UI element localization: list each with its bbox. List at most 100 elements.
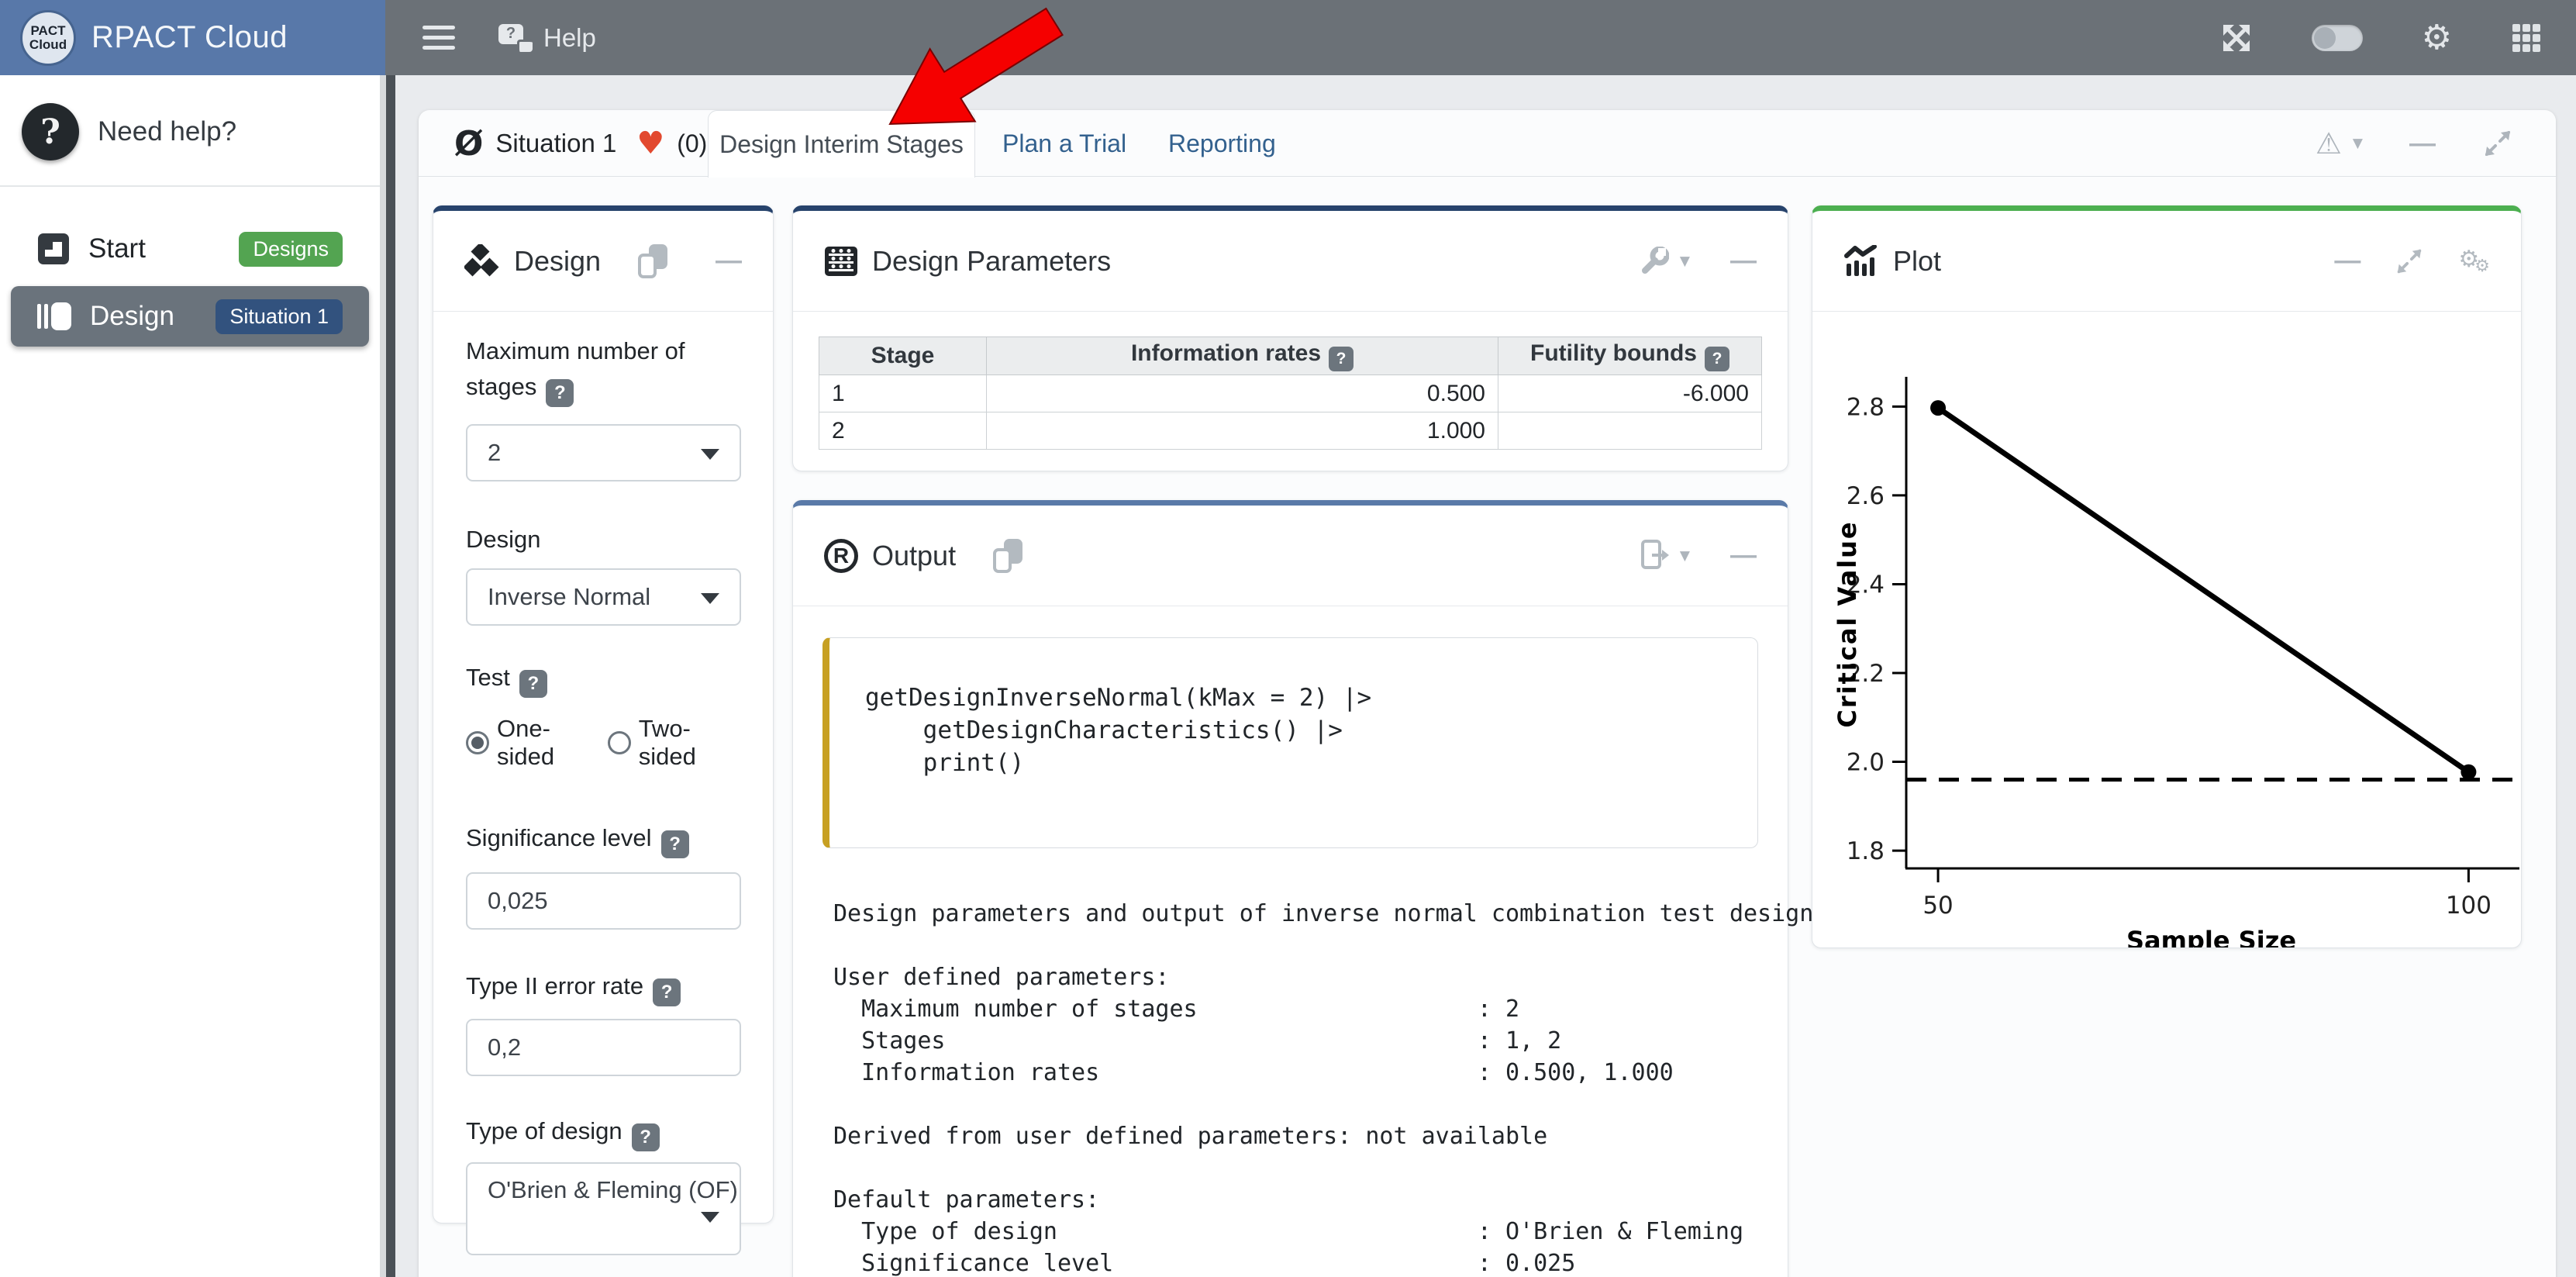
menu-icon[interactable] xyxy=(422,26,455,50)
type-of-design-select[interactable]: O'Brien & Fleming (OF) xyxy=(466,1162,741,1255)
minimize-card-button[interactable]: — xyxy=(2409,129,2436,159)
rpact-logo[interactable]: PACT Cloud xyxy=(20,10,76,66)
designs-badge: Designs xyxy=(239,232,343,267)
table-row: 1 0.500 -6.000 xyxy=(819,375,1762,412)
chart-icon xyxy=(1843,245,1879,278)
plot-settings-gears-icon[interactable]: ⚙ ⚙ xyxy=(2458,246,2490,276)
tab-situation-1[interactable]: Ø Situation 1 ♥ (0) xyxy=(437,110,724,177)
plot-panel: Plot — ⚙ ⚙ 1.82.02.22.42.62.850100Sample… xyxy=(1812,205,2522,948)
r-logo-icon: R xyxy=(824,539,858,573)
heart-icon[interactable]: ♥ xyxy=(636,126,664,161)
critical-value-chart[interactable]: 1.82.02.22.42.62.850100Sample SizeCritic… xyxy=(1812,312,2521,947)
futility-bound-cell[interactable]: -6.000 xyxy=(1498,375,1762,412)
design-form: Maximum number of stages? 2 Design Inver… xyxy=(433,333,773,1255)
type2-error-label: Type II error rate? xyxy=(466,968,740,1006)
test-radio-group: One-sided Two-sided xyxy=(466,715,740,771)
minimize-plot-panel[interactable]: — xyxy=(2334,246,2360,276)
sidebar-item-label: Design xyxy=(90,301,174,332)
settings-gear-icon[interactable]: ⚙ xyxy=(2422,18,2452,57)
chevron-down-icon: ▼ xyxy=(2353,136,2363,151)
chevron-down-icon: ▼ xyxy=(1680,254,1690,269)
minimize-output-panel[interactable]: — xyxy=(1730,540,1757,571)
situation-badge: Situation 1 xyxy=(216,299,343,334)
export-dropdown[interactable]: ▼ xyxy=(1641,540,1690,572)
need-help-link[interactable]: ? Need help? xyxy=(22,103,358,160)
null-set-icon: Ø xyxy=(454,124,483,164)
tab-plan-a-trial[interactable]: Plan a Trial xyxy=(1002,110,1126,177)
scrollbar[interactable] xyxy=(386,75,395,1277)
table-header-row: Stage Information rates? Futility bounds… xyxy=(819,337,1762,375)
copy-icon[interactable] xyxy=(993,539,1022,573)
output-panel-header: R Output ▼ — xyxy=(793,506,1788,606)
design-panel-title: Design xyxy=(514,245,601,278)
svg-text:2.0: 2.0 xyxy=(1847,749,1885,777)
information-rate-cell[interactable]: 1.000 xyxy=(987,412,1498,450)
sidebar-item-label: Start xyxy=(88,233,146,264)
apps-grid-icon[interactable] xyxy=(2511,22,2542,53)
output-panel: R Output ▼ — getDesignInverseNormal(kMax… xyxy=(792,500,1788,1277)
help-badge-icon[interactable]: ? xyxy=(1705,347,1729,371)
max-stages-value: 2 xyxy=(488,439,501,467)
fullscreen-icon[interactable] xyxy=(2220,22,2253,54)
significance-input[interactable] xyxy=(466,872,741,930)
tab-design-interim-stages[interactable]: Design Interim Stages xyxy=(708,110,975,178)
design-parameters-panel: Design Parameters ▼ — Stage Information … xyxy=(792,205,1788,471)
table-icon xyxy=(824,246,858,277)
r-code-block[interactable]: getDesignInverseNormal(kMax = 2) |> getD… xyxy=(822,637,1758,848)
test-label: Test? xyxy=(466,660,740,698)
card-header-icons: ⚠ ▼ — xyxy=(2316,110,2513,177)
type2-error-input[interactable] xyxy=(466,1019,741,1076)
radio-two-sided[interactable] xyxy=(608,731,631,754)
type-of-design-value: O'Brien & Fleming (OF) xyxy=(488,1176,738,1204)
sidebar-item-start[interactable]: Start Designs xyxy=(22,224,358,274)
svg-text:50: 50 xyxy=(1923,892,1953,920)
table-row: 2 1.000 xyxy=(819,412,1762,450)
table-tools-dropdown[interactable]: ▼ xyxy=(1640,247,1690,276)
warnings-dropdown[interactable]: ⚠ ▼ xyxy=(2316,126,2363,160)
caret-down-icon xyxy=(701,593,719,604)
top-bar-icons: ⚙ xyxy=(2220,18,2542,57)
svg-text:2.6: 2.6 xyxy=(1847,482,1885,510)
help-button[interactable]: ? Help xyxy=(498,23,596,53)
information-rate-cell[interactable]: 0.500 xyxy=(987,375,1498,412)
svg-text:2.8: 2.8 xyxy=(1847,393,1885,421)
help-badge-icon[interactable]: ? xyxy=(653,978,681,1006)
help-badge-icon[interactable]: ? xyxy=(519,670,547,698)
toggle-knob xyxy=(2314,27,2336,49)
copy-icon[interactable] xyxy=(638,244,667,278)
top-bar-right: ? Help ⚙ xyxy=(385,0,2576,75)
svg-text:Sample Size: Sample Size xyxy=(2126,926,2296,947)
stage-cell: 1 xyxy=(819,375,987,412)
cubes-icon xyxy=(464,244,500,278)
radio-one-sided[interactable] xyxy=(466,731,489,754)
brand-title: RPACT Cloud xyxy=(91,20,288,55)
help-badge-icon[interactable]: ? xyxy=(661,830,689,858)
expand-card-icon[interactable] xyxy=(2482,128,2513,159)
top-bar: PACT Cloud RPACT Cloud ? Help xyxy=(0,0,2576,75)
help-badge-icon[interactable]: ? xyxy=(546,379,574,407)
r-code: getDesignInverseNormal(kMax = 2) |> getD… xyxy=(865,682,1757,779)
file-export-icon xyxy=(1641,540,1669,572)
design-select[interactable]: Inverse Normal xyxy=(466,568,741,626)
caret-down-icon xyxy=(701,1212,719,1223)
situation-label: Situation 1 xyxy=(495,129,616,158)
minimize-design-panel[interactable]: — xyxy=(716,246,742,276)
help-badge-icon[interactable]: ? xyxy=(632,1123,660,1151)
tab-reporting[interactable]: Reporting xyxy=(1168,110,1276,177)
minimize-parameters-panel[interactable]: — xyxy=(1730,246,1757,276)
futility-bound-cell[interactable] xyxy=(1498,412,1762,450)
help-badge-icon[interactable]: ? xyxy=(1329,347,1354,371)
need-help-label: Need help? xyxy=(98,116,236,147)
plot-panel-header: Plot — ⚙ ⚙ xyxy=(1812,211,2521,312)
wrench-icon xyxy=(1640,247,1669,276)
output-panel-title: Output xyxy=(872,540,956,572)
max-stages-select[interactable]: 2 xyxy=(466,424,741,481)
help-label: Help xyxy=(543,23,596,53)
theme-toggle[interactable] xyxy=(2312,25,2363,51)
expand-plot-icon[interactable] xyxy=(2395,247,2424,276)
design-icon xyxy=(37,301,71,332)
app-root: PACT Cloud RPACT Cloud ? Help xyxy=(0,0,2576,1277)
two-sided-label: Two-sided xyxy=(639,715,728,771)
sidebar-item-design[interactable]: Design Situation 1 xyxy=(11,286,369,347)
design-panel: Design — Maximum number of stages? 2 Des… xyxy=(433,205,774,1224)
